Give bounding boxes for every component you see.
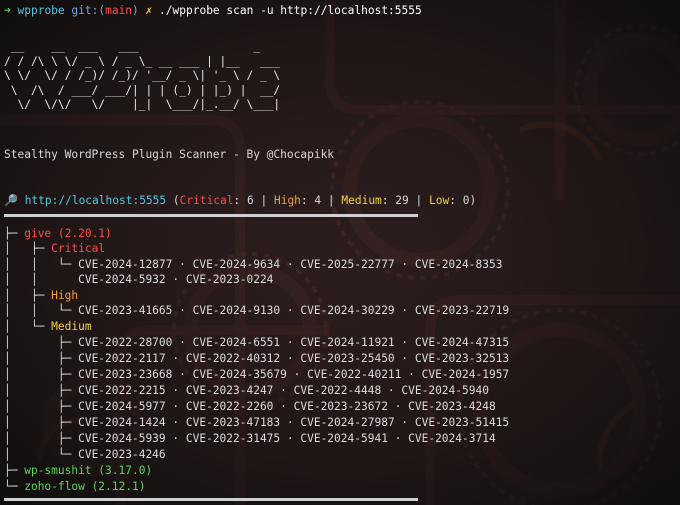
tree-plugin-wp-smushit: ├─ wp-smushit (3.17.0) xyxy=(4,464,153,477)
prompt-arrow-icon: ➜ xyxy=(4,4,11,17)
medium-label: Medium xyxy=(341,194,382,207)
git-label: git:( xyxy=(71,4,106,17)
tree-row: │ ├─ CVE-2024-5977 · CVE-2022-2260 · CVE… xyxy=(4,400,496,413)
tagline: Stealthy WordPress Plugin Scanner - By @… xyxy=(4,148,335,161)
tree-group-critical: │ ├─ Critical xyxy=(4,242,106,255)
critical-count: 6 xyxy=(247,194,254,207)
high-label: High xyxy=(273,194,301,207)
critical-label: Critical xyxy=(179,194,234,207)
tree-group-medium: │ └─ Medium xyxy=(4,320,92,333)
tree-row: │ │ └─ CVE-2023-41665 · CVE-2024-9130 · … xyxy=(4,304,510,317)
bottom-rule xyxy=(4,498,418,501)
tree-row: │ ├─ CVE-2024-1424 · CVE-2023-47183 · CV… xyxy=(4,416,510,429)
command-text: ./wpprobe scan -u http://localhost:5555 xyxy=(159,4,422,17)
magnifier-icon: 🔎 xyxy=(4,194,18,207)
tree-row: │ ├─ CVE-2023-23668 · CVE-2024-35679 · C… xyxy=(4,368,510,381)
tree-row: │ ├─ CVE-2022-2117 · CVE-2022-40312 · CV… xyxy=(4,352,510,365)
tree-group-high: │ ├─ High xyxy=(4,289,79,302)
tree-plugin-zoho-flow: └─ zoho-flow (2.12.1) xyxy=(4,480,146,493)
high-count: 4 xyxy=(314,194,322,207)
git-close: ) xyxy=(132,4,139,17)
summary-line: 🔎 http://localhost:5555 (Critical: 6 | H… xyxy=(4,194,477,207)
target-url[interactable]: http://localhost:5555 xyxy=(25,194,166,207)
ascii-banner: __ __ ___ ___ _ / / /\ \ \/ _ \ / _ \_ _… xyxy=(4,40,281,112)
tree-row: │ ├─ CVE-2022-28700 · CVE-2024-6551 · CV… xyxy=(4,336,510,349)
git-branch: main xyxy=(105,4,133,17)
tree-plugin-give: ├─ give (2.20.1) xyxy=(4,227,112,240)
tree-row: │ │ └─ CVE-2024-12877 · CVE-2024-9634 · … xyxy=(4,258,503,271)
tree-row: │ ├─ CVE-2022-2215 · CVE-2023-4247 · CVE… xyxy=(4,384,489,397)
command-prompt-line: ➜ wpprobe git:(main) ✗ ./wpprobe scan -u… xyxy=(4,4,422,18)
medium-count: 29 xyxy=(395,194,409,207)
tree-row: │ │ CVE-2024-5932 · CVE-2023-0224 xyxy=(4,273,274,286)
tree-row: │ └─ CVE-2023-4246 xyxy=(4,448,166,461)
terminal-window[interactable]: ➜ wpprobe git:(main) ✗ ./wpprobe scan -u… xyxy=(0,0,680,505)
top-rule xyxy=(4,214,418,217)
low-label: Low xyxy=(428,194,450,207)
dirty-marker: ✗ xyxy=(145,4,153,17)
tree-row: │ ├─ CVE-2024-5939 · CVE-2022-31475 · CV… xyxy=(4,432,496,445)
prompt-directory: wpprobe xyxy=(17,4,65,17)
